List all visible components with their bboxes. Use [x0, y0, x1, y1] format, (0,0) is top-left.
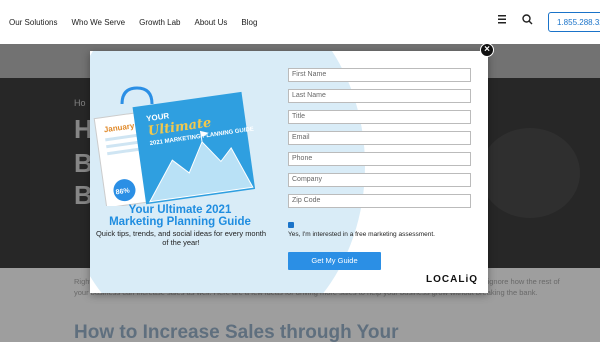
hamburger-icon[interactable]: [498, 15, 508, 24]
email-field[interactable]: Email: [288, 131, 471, 145]
last-name-field[interactable]: Last Name: [288, 89, 471, 103]
title-field[interactable]: Title: [288, 110, 471, 124]
first-name-field[interactable]: First Name: [288, 68, 471, 82]
promo-subtitle: Quick tips, trends, and social ideas for…: [95, 229, 267, 247]
search-icon[interactable]: [522, 14, 533, 25]
assessment-checkbox[interactable]: [288, 222, 294, 228]
promo-title-line-1: Your Ultimate 2021: [128, 204, 232, 216]
lead-form-modal: January 2021 86% YOUR Ultimate 2021 MARK…: [90, 51, 488, 293]
guide-book-image: January 2021 86% YOUR Ultimate 2021 MARK…: [93, 86, 256, 206]
localiq-logo: LOCALiQ: [426, 274, 478, 285]
phone-button[interactable]: 1.855.288.3258: [548, 12, 600, 32]
nav-who-we-serve[interactable]: Who We Serve: [71, 18, 125, 27]
close-icon[interactable]: ×: [480, 43, 494, 57]
nav-blog[interactable]: Blog: [241, 18, 257, 27]
site-header: Our Solutions Who We Serve Growth Lab Ab…: [0, 0, 600, 44]
main-nav: Our Solutions Who We Serve Growth Lab Ab…: [9, 18, 271, 27]
get-my-guide-button[interactable]: Get My Guide: [288, 252, 381, 270]
zip-code-field[interactable]: Zip Code: [288, 194, 471, 208]
phone-field[interactable]: Phone: [288, 152, 471, 166]
promo-title-line-2: Marketing Planning Guide: [109, 216, 251, 228]
company-field[interactable]: Company: [288, 173, 471, 187]
nav-our-solutions[interactable]: Our Solutions: [9, 18, 57, 27]
nav-growth-lab[interactable]: Growth Lab: [139, 18, 180, 27]
assessment-checkbox-label: Yes, I'm interested in a free marketing …: [288, 231, 435, 238]
nav-about-us[interactable]: About Us: [194, 18, 227, 27]
